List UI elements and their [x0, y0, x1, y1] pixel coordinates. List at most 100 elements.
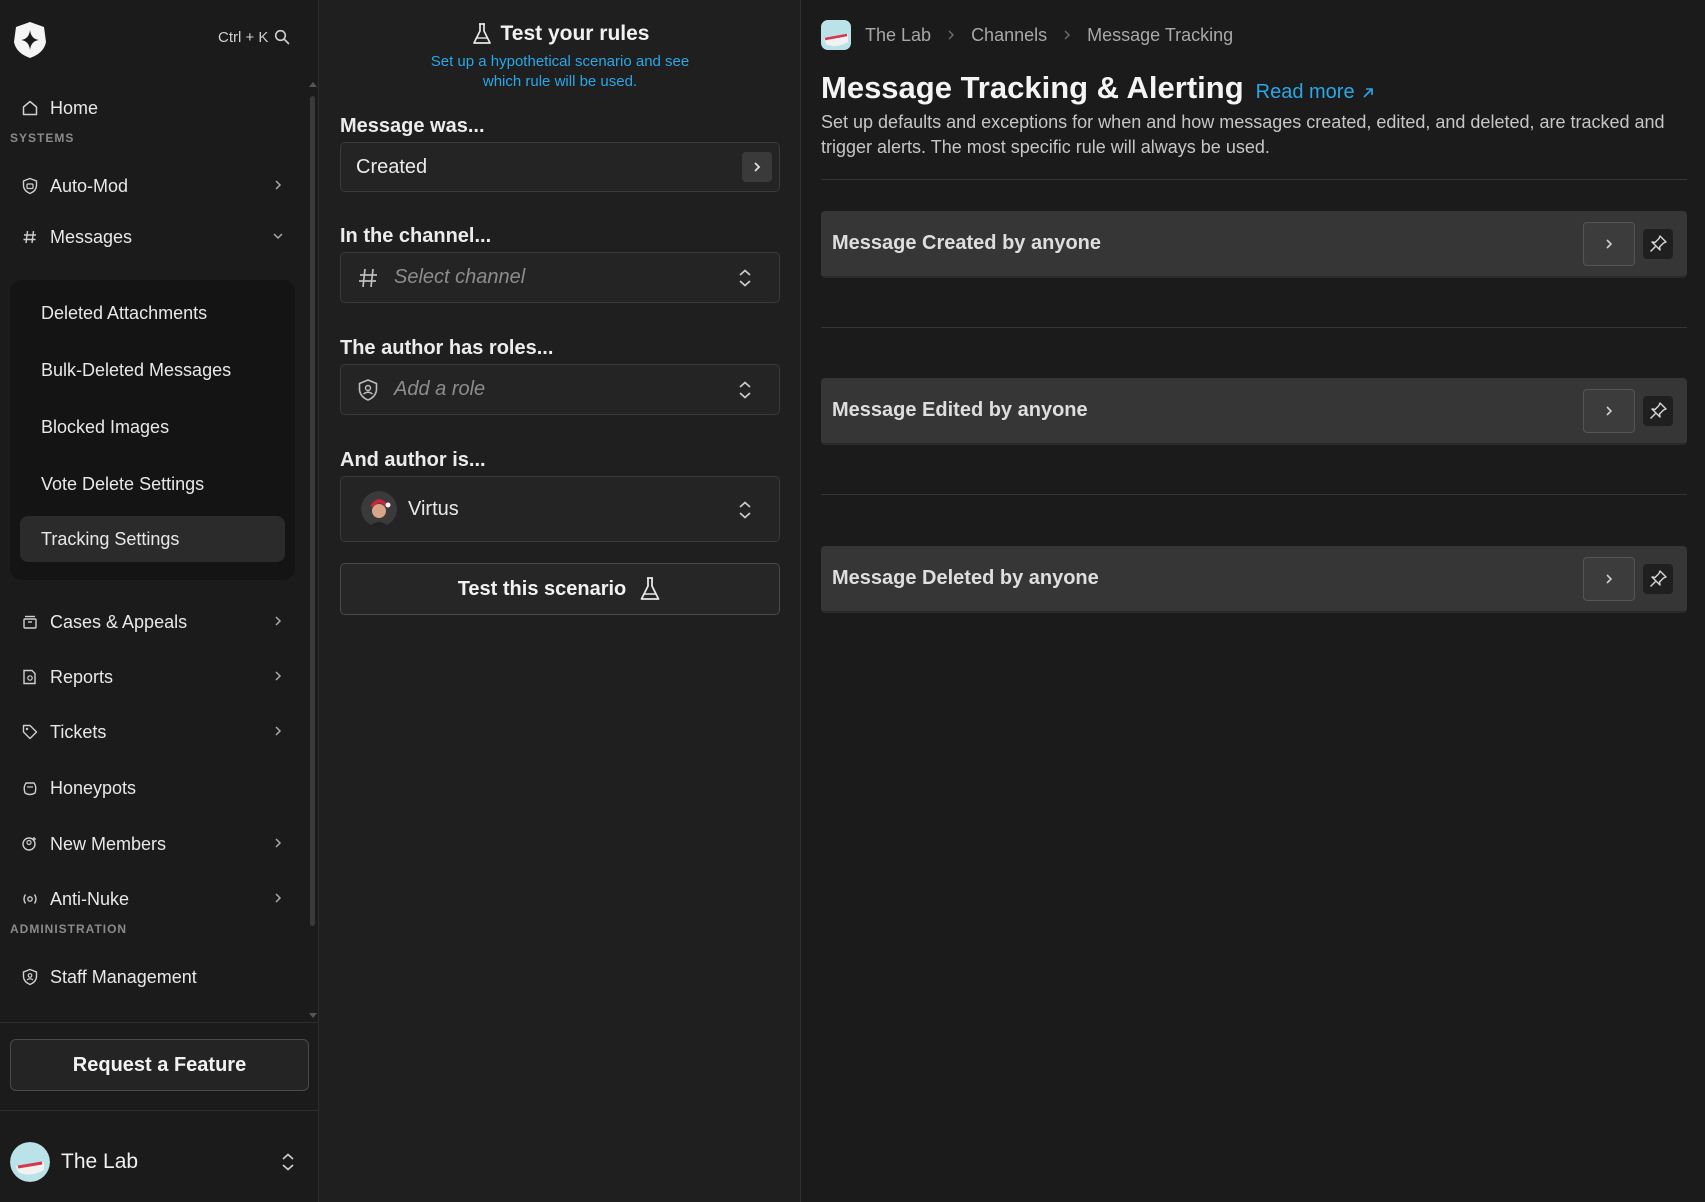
rule-row-created[interactable]: Message Created by anyone: [821, 211, 1687, 278]
search-icon: [275, 29, 290, 45]
breadcrumb: The Lab Channels Message Tracking: [821, 20, 1233, 50]
sidebar-item-reports[interactable]: Reports: [10, 655, 295, 699]
sidebar-item-auto-mod[interactable]: Auto-Mod: [10, 164, 295, 208]
server-name: The Lab: [61, 1150, 139, 1173]
channel-select[interactable]: Select channel: [340, 252, 780, 303]
sidebar-item-label: Cases & Appeals: [50, 611, 188, 632]
server-switcher[interactable]: The Lab: [10, 1141, 309, 1183]
tester-subtitle: Set up a hypothetical scenario and see w…: [430, 53, 690, 90]
search-shortcut[interactable]: Ctrl + K: [214, 24, 294, 50]
chevron-updown-icon: [739, 381, 751, 399]
chevron-right-icon: [275, 180, 282, 190]
author-value: Virtus: [408, 497, 459, 520]
sidebar-item-new-members[interactable]: New Members: [10, 822, 295, 866]
pin-icon: [1650, 402, 1667, 419]
chevron-updown-icon: [739, 501, 751, 519]
sidebar-divider: [0, 1022, 318, 1023]
roles-select[interactable]: Add a role: [340, 364, 780, 415]
sidebar-item-tickets[interactable]: Tickets: [10, 710, 295, 754]
roles-placeholder: Add a role: [394, 378, 486, 400]
sidebar-item-label: Honeypots: [50, 777, 137, 798]
app-logo[interactable]: [10, 20, 50, 60]
submenu-item-blocked-images[interactable]: Blocked Images: [20, 404, 285, 450]
rule-label: Message Deleted by anyone: [832, 567, 1099, 589]
breadcrumb-channels[interactable]: Channels: [971, 25, 1047, 46]
tag-icon: [20, 722, 40, 742]
chevron-right-icon: [948, 30, 955, 40]
home-icon: [20, 98, 40, 118]
chevron-right-icon: [275, 726, 282, 736]
submenu-item-tracking-settings[interactable]: Tracking Settings: [20, 516, 285, 562]
pin-icon: [1650, 235, 1667, 252]
sidebar-item-messages[interactable]: Messages: [10, 215, 295, 259]
sidebar-item-home[interactable]: Home: [10, 86, 295, 130]
chevron-right-icon: [1606, 239, 1613, 249]
section-label-administration: ADMINISTRATION: [10, 922, 128, 936]
pin-rule-button[interactable]: [1643, 564, 1673, 594]
flask-icon: [640, 577, 660, 600]
sidebar-scrollbar[interactable]: [308, 80, 317, 1020]
chevron-right-icon: [275, 838, 282, 848]
server-avatar: [10, 1142, 50, 1182]
submenu-item-bulk-deleted-messages[interactable]: Bulk-Deleted Messages: [20, 347, 285, 393]
sidebar-item-anti-nuke[interactable]: Anti-Nuke: [10, 877, 295, 921]
sidebar-item-label: Tickets: [50, 721, 107, 742]
messages-submenu: Deleted Attachments Bulk-Deleted Message…: [10, 280, 295, 580]
search-shortcut-label: Ctrl + K: [218, 28, 269, 46]
chevron-right-icon: [1606, 574, 1613, 584]
scroll-up-arrow[interactable]: [309, 82, 317, 87]
scroll-thumb[interactable]: [310, 96, 315, 926]
user-plus-icon: [20, 834, 40, 854]
sidebar-divider: [0, 1110, 318, 1111]
page-description: Set up defaults and exceptions for when …: [821, 112, 1665, 157]
hash-icon: [20, 227, 40, 247]
hash-icon: [355, 265, 381, 291]
sidebar: Ctrl + K Home SYSTEMS Auto-Mod Messages: [0, 0, 319, 1202]
message-was-value: Created: [356, 155, 428, 178]
scroll-down-arrow[interactable]: [309, 1013, 317, 1018]
pin-rule-button[interactable]: [1643, 229, 1673, 259]
sidebar-item-honeypots[interactable]: Honeypots: [10, 766, 295, 810]
rule-row-edited[interactable]: Message Edited by anyone: [821, 378, 1687, 445]
app-root: Ctrl + K Home SYSTEMS Auto-Mod Messages: [0, 0, 1705, 1202]
sidebar-item-label: Anti-Nuke: [50, 888, 130, 909]
open-rule-button[interactable]: [1583, 389, 1635, 433]
breadcrumb-server[interactable]: The Lab: [865, 25, 931, 46]
test-scenario-label: Test this scenario: [457, 577, 627, 600]
sidebar-item-staff-management[interactable]: Staff Management: [10, 955, 295, 999]
page-title: Message Tracking & Alerting Read more: [821, 70, 1375, 106]
read-more-link[interactable]: Read more: [1256, 81, 1375, 104]
chevron-right-icon: [1064, 30, 1071, 40]
external-link-icon: [1363, 87, 1373, 98]
chevron-right-icon: [275, 616, 282, 626]
open-rule-button[interactable]: [1583, 557, 1635, 601]
sidebar-item-label: Staff Management: [50, 966, 197, 987]
section-label-systems: SYSTEMS: [10, 131, 75, 145]
pin-rule-button[interactable]: [1643, 396, 1673, 426]
sidebar-item-cases-appeals[interactable]: Cases & Appeals: [10, 600, 295, 644]
chevron-updown-icon: [282, 1153, 294, 1171]
channel-placeholder: Select channel: [394, 266, 526, 288]
divider: [821, 327, 1687, 328]
chevron-right-icon: [754, 162, 761, 172]
submenu-item-vote-delete-settings[interactable]: Vote Delete Settings: [20, 461, 285, 507]
shield-user-icon: [20, 967, 40, 987]
open-rule-button[interactable]: [1583, 222, 1635, 266]
message-was-select[interactable]: Created: [340, 142, 780, 192]
chevron-right-button[interactable]: [742, 152, 772, 182]
server-avatar: [821, 20, 851, 50]
rule-row-deleted[interactable]: Message Deleted by anyone: [821, 546, 1687, 613]
read-more-label: Read more: [1255, 81, 1355, 103]
archive-icon: [20, 612, 40, 632]
message-was-label: Message was...: [340, 115, 485, 137]
submenu-item-deleted-attachments[interactable]: Deleted Attachments: [20, 290, 285, 336]
sidebar-item-label: Messages: [50, 226, 133, 247]
chevron-right-icon: [275, 671, 282, 681]
divider: [821, 494, 1687, 495]
test-scenario-button[interactable]: Test this scenario: [340, 563, 780, 615]
chevron-down-icon: [273, 233, 283, 240]
request-feature-button[interactable]: Request a Feature: [10, 1039, 309, 1091]
author-select[interactable]: Virtus: [340, 476, 780, 542]
main-content: The Lab Channels Message Tracking Messag…: [801, 0, 1705, 1202]
flask-icon: [472, 23, 491, 44]
